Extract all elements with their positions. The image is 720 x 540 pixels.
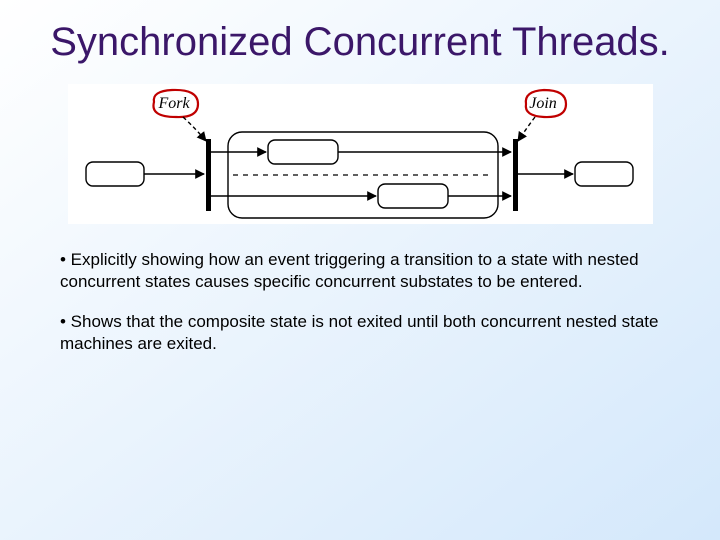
fork-bar bbox=[206, 139, 211, 211]
fork-label: Fork bbox=[157, 95, 190, 112]
bullet-list: • Explicitly showing how an event trigge… bbox=[40, 249, 680, 355]
final-state-box bbox=[575, 162, 633, 186]
substate-top bbox=[268, 140, 338, 164]
substate-bottom bbox=[378, 184, 448, 208]
diagram-svg: Fork Join bbox=[68, 84, 653, 224]
bullet-1: • Explicitly showing how an event trigge… bbox=[60, 249, 660, 293]
page-title: Synchronized Concurrent Threads. bbox=[40, 20, 680, 64]
bullet-2: • Shows that the composite state is not … bbox=[60, 311, 660, 355]
concurrency-diagram: Fork Join bbox=[68, 84, 653, 224]
join-label: Join bbox=[529, 95, 557, 112]
fork-leader-arrow bbox=[183, 117, 206, 141]
initial-state-box bbox=[86, 162, 144, 186]
slide: Synchronized Concurrent Threads. bbox=[0, 0, 720, 540]
join-bar bbox=[513, 139, 518, 211]
join-leader-arrow bbox=[518, 117, 535, 141]
